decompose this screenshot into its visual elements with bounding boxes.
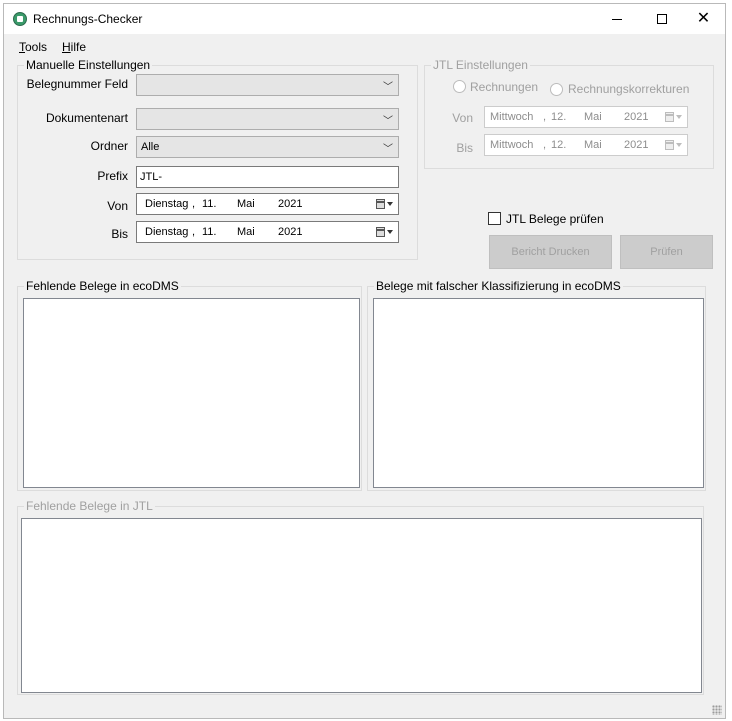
main-window: Rechnungs-Checker ✕ Tools Hilfe Manuelle… [3, 3, 726, 719]
app-icon [13, 12, 27, 26]
fehlende-ecodms-list[interactable] [23, 298, 360, 488]
resize-grip-icon[interactable] [712, 705, 722, 715]
chevron-down-icon: ﹀ [383, 82, 393, 93]
bericht-drucken-button[interactable]: Bericht Drucken [489, 235, 612, 269]
falsche-klassifizierung-legend: Belege mit falscher Klassifizierung in e… [374, 279, 623, 293]
title-bar[interactable]: Rechnungs-Checker ✕ [4, 4, 725, 34]
radio-rechnungskorrekturen-label: Rechnungskorrekturen [568, 82, 690, 96]
date-day: 11. [202, 226, 217, 238]
prefix-input[interactable]: JTL- [136, 166, 399, 188]
jtl-bis-label: Bis [456, 141, 473, 155]
menu-tools-label: ools [25, 40, 48, 54]
date-sep: , [543, 139, 547, 151]
date-year: 2021 [624, 111, 649, 123]
date-weekday: Dienstag [145, 226, 189, 238]
minimize-button[interactable] [594, 4, 639, 34]
calendar-dropdown[interactable] [665, 111, 683, 123]
date-sep: , [543, 111, 547, 123]
jtl-settings-group: JTL Einstellungen Rechnungen Rechnungsko… [424, 58, 714, 169]
menu-hilfe-label: ilfe [70, 40, 87, 54]
jtl-settings-legend: JTL Einstellungen [431, 58, 530, 72]
date-month: Mai [584, 111, 602, 123]
jtl-von-label: Von [452, 111, 473, 125]
jtl-pruefen-label: JTL Belege prüfen [506, 212, 604, 226]
manual-bis-label: Bis [111, 227, 128, 241]
caret-down-icon [387, 202, 393, 206]
date-day: 11. [202, 198, 217, 210]
jtl-pruefen-checkbox[interactable] [488, 212, 501, 225]
date-year: 2021 [278, 226, 303, 238]
manual-settings-legend: Manuelle Einstellungen [24, 58, 153, 72]
date-month: Mai [237, 198, 255, 210]
caret-down-icon [676, 115, 682, 119]
close-button[interactable]: ✕ [681, 4, 726, 34]
menu-hilfe[interactable]: Hilfe [62, 40, 86, 54]
fehlende-jtl-list[interactable] [21, 518, 702, 693]
caret-down-icon [387, 230, 393, 234]
calendar-dropdown[interactable] [376, 198, 394, 210]
manual-bis-datepicker[interactable]: Dienstag , 11. Mai 2021 [136, 221, 399, 243]
date-weekday: Mittwoch [490, 139, 534, 151]
radio-rechnungen[interactable] [453, 80, 466, 93]
date-day: 12. [551, 139, 567, 151]
date-day: 12. [551, 111, 567, 123]
prefix-value: JTL- [140, 171, 162, 183]
ordner-combo[interactable]: Alle ﹀ [136, 136, 399, 158]
maximize-button[interactable] [639, 4, 684, 34]
dokumentenart-combo[interactable]: ﹀ [136, 108, 399, 130]
pruefen-button[interactable]: Prüfen [620, 235, 713, 269]
date-month: Mai [237, 226, 255, 238]
calendar-icon [376, 199, 385, 209]
belegnummer-combo[interactable]: ﹀ [136, 74, 399, 96]
calendar-icon [665, 140, 674, 150]
fehlende-ecodms-legend: Fehlende Belege in ecoDMS [24, 279, 181, 293]
calendar-dropdown[interactable] [376, 226, 394, 238]
manual-von-label: Von [107, 199, 128, 213]
radio-rechnungen-label: Rechnungen [470, 80, 539, 94]
manual-settings-group: Manuelle Einstellungen Belegnummer Feld … [17, 58, 418, 260]
falsche-klassifizierung-list[interactable] [373, 298, 704, 488]
menu-bar: Tools Hilfe [4, 36, 725, 56]
calendar-icon [376, 227, 385, 237]
date-weekday: Mittwoch [490, 111, 534, 123]
prefix-label: Prefix [97, 169, 128, 183]
chevron-down-icon: ﹀ [383, 116, 393, 127]
menu-tools[interactable]: Tools [19, 40, 47, 54]
calendar-dropdown[interactable] [665, 139, 683, 151]
window-title: Rechnungs-Checker [33, 12, 143, 26]
fehlende-jtl-group: Fehlende Belege in JTL [17, 499, 704, 695]
maximize-icon [656, 14, 667, 24]
fehlende-jtl-legend: Fehlende Belege in JTL [24, 499, 155, 513]
close-icon: ✕ [696, 10, 711, 27]
minimize-icon [611, 18, 622, 20]
ordner-label: Ordner [90, 139, 128, 153]
date-month: Mai [584, 139, 602, 151]
date-year: 2021 [624, 139, 649, 151]
jtl-bis-datepicker[interactable]: Mittwoch , 12. Mai 2021 [484, 134, 688, 156]
belegnummer-label: Belegnummer Feld [26, 77, 128, 91]
falsche-klassifizierung-group: Belege mit falscher Klassifizierung in e… [367, 279, 706, 491]
manual-von-datepicker[interactable]: Dienstag , 11. Mai 2021 [136, 193, 399, 215]
ordner-value: Alle [141, 141, 160, 153]
jtl-von-datepicker[interactable]: Mittwoch , 12. Mai 2021 [484, 106, 688, 128]
chevron-down-icon: ﹀ [383, 144, 393, 155]
menu-hilfe-mnemonic: H [62, 40, 71, 54]
date-sep: , [192, 226, 196, 238]
fehlende-ecodms-group: Fehlende Belege in ecoDMS [17, 279, 362, 491]
calendar-icon [665, 112, 674, 122]
date-sep: , [192, 198, 196, 210]
radio-rechnungskorrekturen[interactable] [550, 83, 563, 96]
date-weekday: Dienstag [145, 198, 189, 210]
date-year: 2021 [278, 198, 303, 210]
dokumentenart-label: Dokumentenart [45, 111, 128, 125]
caret-down-icon [676, 143, 682, 147]
